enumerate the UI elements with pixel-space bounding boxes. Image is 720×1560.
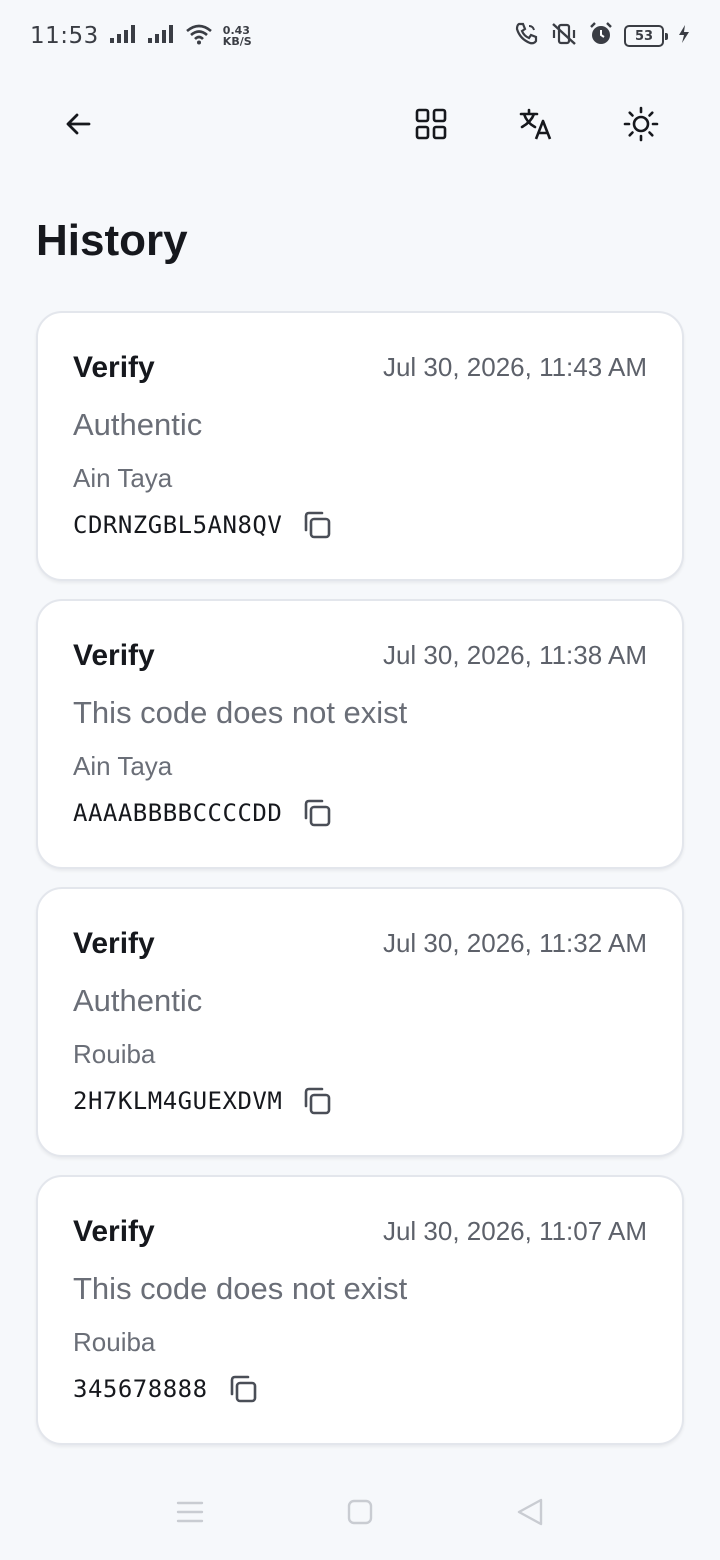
- entry-code: CDRNZGBL5AN8QV: [73, 511, 283, 539]
- copy-icon: [304, 1087, 331, 1115]
- copy-button[interactable]: [300, 796, 334, 830]
- code-row: 345678888: [73, 1372, 260, 1406]
- signal-icon: [109, 24, 137, 48]
- signal-icon: [147, 24, 175, 48]
- alarm-icon: [588, 21, 614, 51]
- copy-button[interactable]: [300, 508, 334, 542]
- history-card[interactable]: Verify Jul 30, 2026, 11:32 AM Authentic …: [36, 887, 684, 1157]
- entry-type: Verify: [73, 927, 155, 960]
- back-triangle-icon: [517, 1498, 543, 1526]
- system-nav-bar: [0, 1464, 720, 1560]
- home-square-icon: [347, 1499, 373, 1525]
- copy-button[interactable]: [300, 1084, 334, 1118]
- entry-type: Verify: [73, 639, 155, 672]
- entry-location: Ain Taya: [73, 751, 173, 781]
- copy-icon: [304, 511, 331, 539]
- entry-result: This code does not exist: [73, 1271, 408, 1306]
- entry-location: Ain Taya: [73, 463, 173, 493]
- network-speed: 0.43 KB/S: [223, 25, 252, 47]
- grid-view-button[interactable]: [403, 98, 459, 154]
- grid-icon: [414, 107, 448, 146]
- entry-result: Authentic: [73, 407, 203, 442]
- entry-location: Rouiba: [73, 1039, 156, 1069]
- home-button[interactable]: [340, 1492, 380, 1532]
- copy-icon: [230, 1375, 256, 1403]
- entry-date: Jul 30, 2026, 11:38 AM: [382, 640, 647, 670]
- brightness-icon: [623, 106, 659, 147]
- back-arrow-icon: [63, 109, 93, 144]
- code-row: AAAABBBBCCCCDD: [73, 796, 334, 830]
- history-list: Verify Jul 30, 2026, 11:43 AM Authentic …: [36, 311, 684, 1463]
- entry-type: Verify: [73, 1215, 155, 1248]
- entry-date: Jul 30, 2026, 11:32 AM: [382, 928, 647, 958]
- back-nav-button[interactable]: [510, 1492, 550, 1532]
- copy-button[interactable]: [226, 1372, 260, 1406]
- entry-code: 2H7KLM4GUEXDVM: [73, 1087, 283, 1115]
- vibrate-off-icon: [550, 21, 578, 51]
- back-button[interactable]: [50, 98, 106, 154]
- entry-type: Verify: [73, 351, 155, 384]
- entry-location: Rouiba: [73, 1327, 156, 1357]
- menu-button[interactable]: [170, 1492, 210, 1532]
- entry-result: This code does not exist: [73, 695, 408, 730]
- translate-icon: [518, 106, 554, 147]
- entry-date: Jul 30, 2026, 11:43 AM: [382, 352, 647, 382]
- top-app-bar: [0, 88, 720, 164]
- status-bar: 11:53 0.43 KB/S 53: [0, 0, 720, 72]
- code-row: CDRNZGBL5AN8QV: [73, 508, 334, 542]
- code-row: 2H7KLM4GUEXDVM: [73, 1084, 334, 1118]
- history-card[interactable]: Verify Jul 30, 2026, 11:43 AM Authentic …: [36, 311, 684, 581]
- copy-icon: [304, 799, 331, 827]
- page-title: History: [36, 216, 188, 265]
- wifi-icon: [185, 23, 213, 49]
- status-time: 11:53: [30, 23, 99, 49]
- entry-code: 345678888: [73, 1375, 208, 1403]
- charging-icon: [678, 24, 690, 48]
- theme-toggle-button[interactable]: [613, 98, 669, 154]
- network-speed-unit: KB/S: [222, 35, 252, 48]
- history-card[interactable]: Verify Jul 30, 2026, 11:38 AM This code …: [36, 599, 684, 869]
- menu-icon: [176, 1501, 204, 1523]
- history-card[interactable]: Verify Jul 30, 2026, 11:07 AM This code …: [36, 1175, 684, 1445]
- translate-button[interactable]: [508, 98, 564, 154]
- wifi-call-icon: [514, 21, 540, 51]
- battery-icon: 53: [624, 25, 668, 47]
- entry-date: Jul 30, 2026, 11:07 AM: [382, 1216, 647, 1246]
- entry-result: Authentic: [73, 983, 203, 1018]
- entry-code: AAAABBBBCCCCDD: [73, 799, 283, 827]
